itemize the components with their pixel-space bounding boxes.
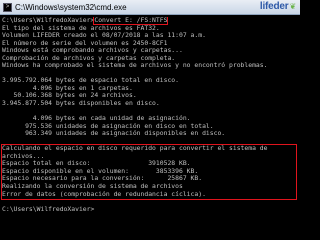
window-title: C:\Windows\system32\cmd.exe bbox=[15, 2, 127, 12]
cmd-window: > C:\Windows\system32\cmd.exe lifeder❦ C… bbox=[0, 0, 300, 224]
console-line: Error de datos (comprobación de redundan… bbox=[2, 189, 206, 198]
console-line: 963.349 unidades de asignación disponibl… bbox=[2, 129, 226, 138]
console-line: 3.945.877.504 bytes disponibles en disco… bbox=[2, 99, 160, 108]
leaf-icon: ❦ bbox=[289, 2, 296, 11]
convert-command: Convert E: /FS:NTFS bbox=[93, 17, 169, 25]
cmd-icon: > bbox=[3, 2, 12, 12]
console-line: Windows ha comprobado el sistema de arch… bbox=[2, 61, 268, 70]
console-output[interactable]: C:\Users\WilfredoXavier>Convert E: /FS:N… bbox=[2, 17, 298, 224]
console-line: C:\Users\WilfredoXavier> bbox=[2, 204, 298, 214]
command-prompt: C:\Users\WilfredoXavier> bbox=[2, 204, 95, 213]
lifeder-logo: lifeder❦ bbox=[260, 1, 296, 12]
command-prompt: C:\Users\WilfredoXavier> bbox=[2, 17, 95, 24]
window-titlebar[interactable]: > C:\Windows\system32\cmd.exe bbox=[0, 0, 300, 15]
console-line: Calculando el espacio en disco requerido… bbox=[2, 144, 268, 153]
logo-text: lifeder bbox=[259, 1, 289, 12]
